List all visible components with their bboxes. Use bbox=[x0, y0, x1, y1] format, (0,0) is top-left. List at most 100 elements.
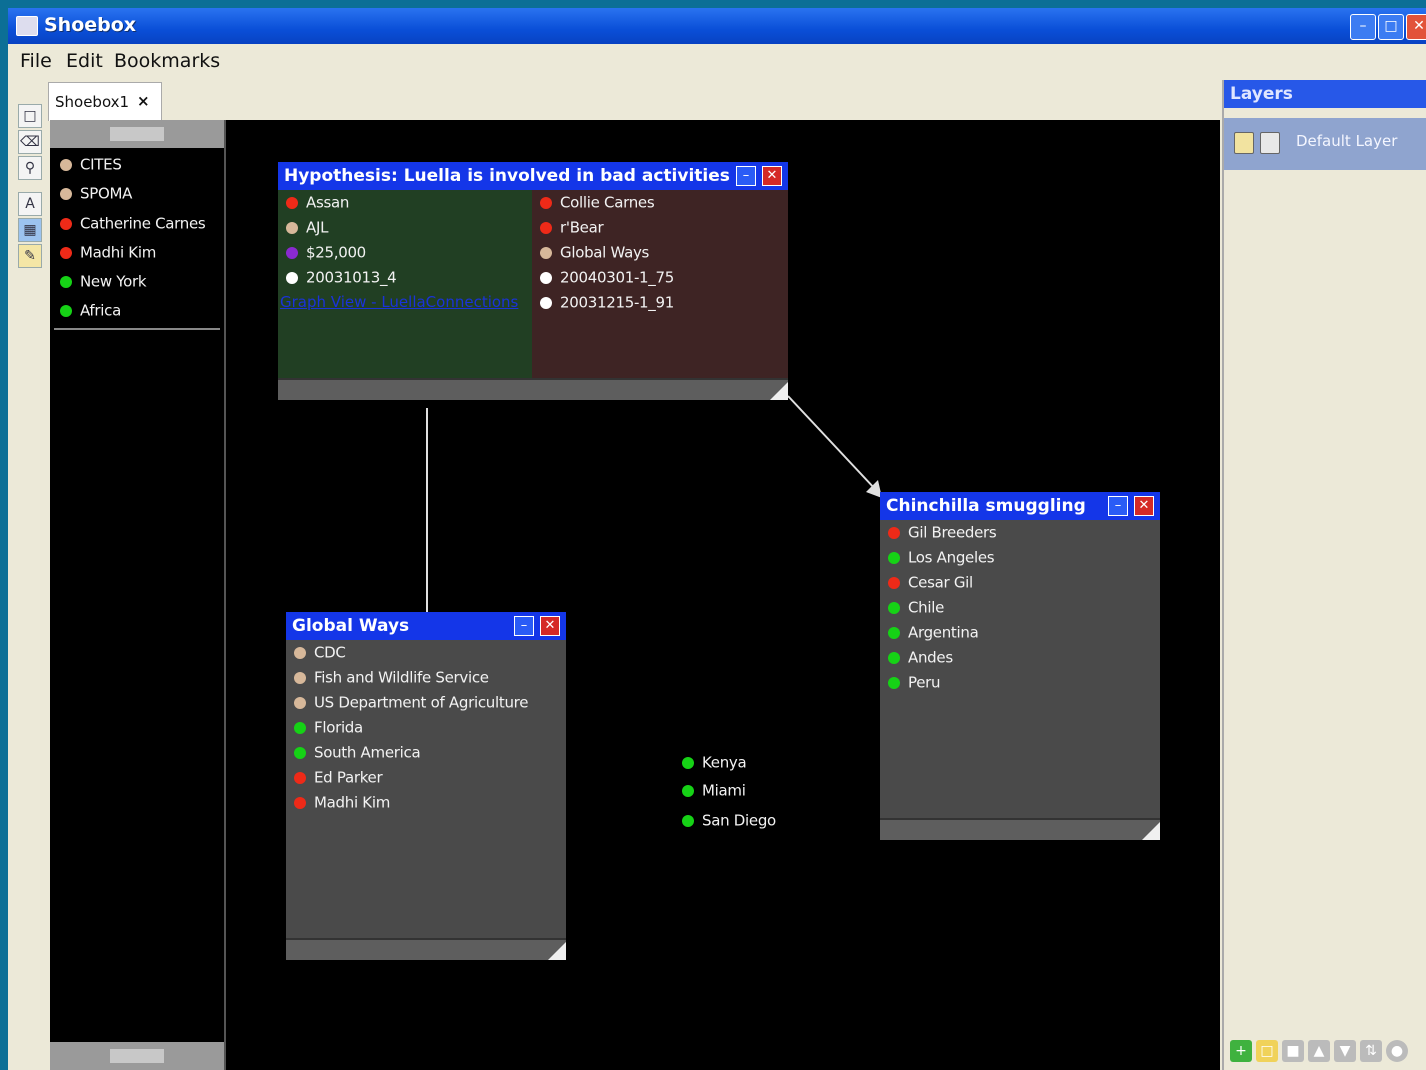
item-label: Kenya bbox=[702, 753, 747, 772]
minimize-icon[interactable]: – bbox=[514, 616, 534, 636]
link-label: Graph View - LuellaConnections bbox=[280, 293, 519, 311]
list-item[interactable]: Assan bbox=[286, 192, 349, 216]
loose-item[interactable]: San Diego bbox=[682, 810, 776, 830]
list-item[interactable]: Fish and Wildlife Service bbox=[294, 667, 489, 691]
hypothesis-support-column: Assan AJL $25,000 20031013_4 Graph View … bbox=[278, 190, 532, 378]
list-item[interactable]: r'Bear bbox=[540, 217, 604, 241]
list-item[interactable]: Peru bbox=[888, 672, 941, 696]
merge-layer-icon[interactable]: ⇅ bbox=[1360, 1040, 1382, 1062]
list-item[interactable]: Chile bbox=[888, 597, 944, 621]
frame-tool-icon[interactable]: ▦ bbox=[18, 218, 42, 242]
scroll-down-arrow-icon[interactable] bbox=[50, 1042, 224, 1070]
close-icon[interactable]: ✕ bbox=[1134, 496, 1154, 516]
layer-folder-icon[interactable]: □ bbox=[1256, 1040, 1278, 1062]
list-item[interactable]: Global Ways bbox=[540, 242, 649, 266]
bookmark-item[interactable]: CITES bbox=[60, 154, 122, 178]
bookmark-item[interactable]: SPOMA bbox=[60, 183, 132, 207]
list-item[interactable]: 20040301-1_75 bbox=[540, 267, 674, 291]
global-ways-frame[interactable]: Global Ways – ✕ CDC Fish and Wildlife Se… bbox=[286, 612, 566, 968]
entity-dot-icon bbox=[540, 296, 552, 309]
list-item[interactable]: CDC bbox=[294, 642, 346, 666]
list-item[interactable]: Ed Parker bbox=[294, 767, 383, 791]
list-item[interactable]: $25,000 bbox=[286, 242, 366, 266]
list-item[interactable]: Los Angeles bbox=[888, 547, 995, 571]
menu-edit[interactable]: Edit bbox=[66, 50, 103, 72]
list-item[interactable]: Andes bbox=[888, 647, 953, 671]
close-icon[interactable]: ✕ bbox=[762, 166, 782, 186]
add-layer-icon[interactable]: + bbox=[1230, 1040, 1252, 1062]
list-item[interactable]: Madhi Kim bbox=[294, 792, 390, 816]
entity-dot-icon bbox=[294, 671, 306, 684]
entity-dot-icon bbox=[540, 221, 552, 234]
menu-file[interactable]: File bbox=[20, 50, 52, 72]
entity-dot-icon bbox=[60, 275, 72, 288]
item-label: Peru bbox=[908, 673, 941, 692]
note-tool-icon[interactable]: ✎ bbox=[18, 244, 42, 268]
entity-dot-icon bbox=[294, 646, 306, 659]
list-item[interactable]: US Department of Agriculture bbox=[294, 692, 528, 716]
item-label: Ed Parker bbox=[314, 768, 383, 787]
layer-lock-icon[interactable] bbox=[1260, 132, 1280, 154]
menu-bookmarks[interactable]: Bookmarks bbox=[114, 50, 220, 72]
list-item[interactable]: Collie Carnes bbox=[540, 192, 655, 216]
list-item[interactable]: 20031013_4 bbox=[286, 267, 397, 291]
layer-visibility-icon[interactable] bbox=[1234, 132, 1254, 154]
entity-dot-icon bbox=[888, 651, 900, 664]
item-label: 20040301-1_75 bbox=[560, 268, 674, 287]
lasso-tool-icon[interactable]: ⚲ bbox=[18, 156, 42, 180]
frame-footer bbox=[880, 818, 1160, 840]
bookmark-item[interactable]: Madhi Kim bbox=[60, 242, 156, 266]
move-layer-down-icon[interactable]: ▼ bbox=[1334, 1040, 1356, 1062]
item-label: AJL bbox=[306, 218, 329, 237]
item-label: Florida bbox=[314, 718, 363, 737]
item-label: Los Angeles bbox=[908, 548, 995, 567]
text-tool-icon[interactable]: A bbox=[18, 192, 42, 216]
layer-row-default[interactable]: Default Layer bbox=[1224, 118, 1426, 170]
entity-dot-icon bbox=[286, 271, 298, 284]
menu-bar: File Edit Bookmarks bbox=[8, 44, 1426, 76]
entity-dot-icon bbox=[540, 246, 552, 259]
loose-item[interactable]: Kenya bbox=[682, 752, 747, 772]
scroll-up-arrow-icon[interactable] bbox=[50, 120, 224, 148]
loose-item[interactable]: Miami bbox=[682, 780, 746, 800]
shoebox-canvas[interactable]: Hypothesis: Luella is involved in bad ac… bbox=[226, 120, 1220, 1070]
list-item[interactable]: Gil Breeders bbox=[888, 522, 997, 546]
bookmark-label: Madhi Kim bbox=[80, 243, 157, 262]
bookmark-item[interactable]: Africa bbox=[60, 300, 121, 324]
minimize-icon[interactable]: – bbox=[736, 166, 756, 186]
resize-grip-icon[interactable] bbox=[548, 942, 566, 960]
close-icon[interactable]: ✕ bbox=[540, 616, 560, 636]
eraser-tool-icon[interactable]: ⌫ bbox=[18, 130, 42, 154]
layer-options-icon[interactable]: ● bbox=[1386, 1040, 1408, 1062]
resize-grip-icon[interactable] bbox=[770, 382, 788, 400]
frame-footer bbox=[286, 938, 566, 960]
list-item[interactable]: Florida bbox=[294, 717, 363, 741]
bookmark-item[interactable]: Catherine Carnes bbox=[60, 213, 206, 237]
list-item[interactable]: AJL bbox=[286, 217, 328, 241]
entity-dot-icon bbox=[286, 246, 298, 259]
select-tool-icon[interactable]: □ bbox=[18, 104, 42, 128]
minimize-icon[interactable]: – bbox=[1350, 14, 1376, 40]
list-item[interactable]: Cesar Gil bbox=[888, 572, 973, 596]
graph-view-link[interactable]: Graph View - LuellaConnections bbox=[280, 292, 518, 316]
tab-close-icon[interactable]: × bbox=[137, 92, 150, 110]
bookmark-label: SPOMA bbox=[80, 184, 133, 203]
tab-shoebox1[interactable]: Shoebox1 × bbox=[48, 82, 162, 121]
delete-layer-icon[interactable]: ■ bbox=[1282, 1040, 1304, 1062]
frame-title[interactable]: Hypothesis: Luella is involved in bad ac… bbox=[278, 162, 788, 190]
maximize-icon[interactable]: □ bbox=[1378, 14, 1404, 40]
title-bar[interactable]: Shoebox – □ ✕ bbox=[8, 8, 1426, 44]
item-label: South America bbox=[314, 743, 421, 762]
list-item[interactable]: South America bbox=[294, 742, 421, 766]
hypothesis-frame[interactable]: Hypothesis: Luella is involved in bad ac… bbox=[278, 162, 788, 408]
bookmark-item[interactable]: New York bbox=[60, 271, 147, 295]
list-item[interactable]: 20031215-1_91 bbox=[540, 292, 674, 316]
chinchilla-frame[interactable]: Chinchilla smuggling – ✕ Gil Breeders Lo… bbox=[880, 492, 1160, 848]
resize-grip-icon[interactable] bbox=[1142, 822, 1160, 840]
close-icon[interactable]: ✕ bbox=[1406, 14, 1426, 40]
minimize-icon[interactable]: – bbox=[1108, 496, 1128, 516]
list-item[interactable]: Argentina bbox=[888, 622, 979, 646]
item-label: $25,000 bbox=[306, 243, 366, 262]
move-layer-up-icon[interactable]: ▲ bbox=[1308, 1040, 1330, 1062]
entity-dot-icon bbox=[682, 784, 694, 797]
